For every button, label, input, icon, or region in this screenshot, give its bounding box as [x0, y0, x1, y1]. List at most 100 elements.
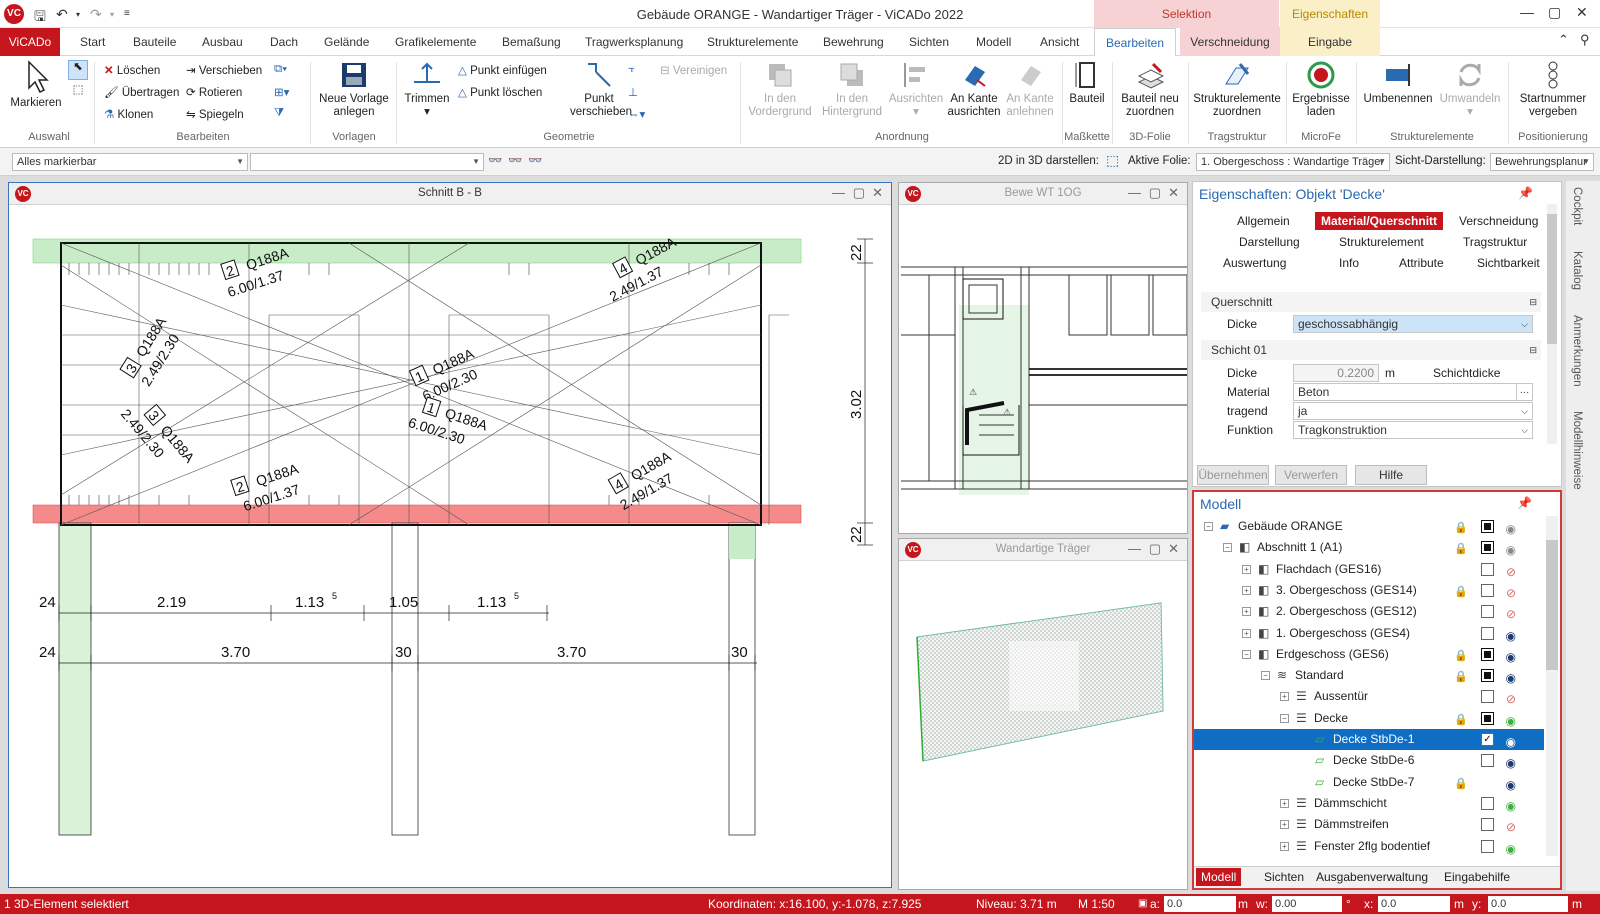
menu-sichten[interactable]: Sichten	[909, 35, 949, 49]
punkt-verschieben-button[interactable]: Punkt verschieben	[570, 60, 632, 119]
sidetab-cockpit[interactable]: Cockpit	[1571, 187, 1583, 225]
y-input[interactable]: 0.0	[1488, 896, 1568, 912]
close-pane-icon[interactable]: ✕	[1168, 541, 1179, 557]
menu-ansicht[interactable]: Ansicht	[1040, 35, 1079, 49]
tab-sichten[interactable]: Sichten	[1264, 870, 1304, 884]
tree-node[interactable]: − ≋ Standard 🔒 ◉	[1194, 665, 1544, 686]
collapse-icon[interactable]: ⊟	[1529, 292, 1537, 312]
scroll-thumb[interactable]	[1546, 540, 1558, 670]
klonen-button[interactable]: ⚗ Klonen	[104, 107, 153, 121]
cube-toggle-icon[interactable]: ⬚	[1106, 152, 1119, 169]
visibility-checkbox[interactable]	[1481, 669, 1494, 683]
lock-icon[interactable]: 🔒	[1454, 667, 1468, 688]
punkt-loeschen-button[interactable]: △ Punkt löschen	[458, 85, 542, 99]
pin-icon[interactable]: 📌	[1518, 186, 1533, 200]
lock-icon[interactable]: 🔒	[1454, 539, 1468, 560]
tab-material-querschnitt[interactable]: Material/Querschnitt	[1315, 212, 1444, 230]
floor-plan-drawing[interactable]: ⚠ ⚠	[899, 205, 1187, 533]
binoculars-plus-icon[interactable]: 👓	[508, 153, 522, 167]
ergebnisse-laden-button[interactable]: Ergebnisse laden	[1290, 60, 1352, 119]
strukturelemente-zuordnen-button[interactable]: Strukturelemente zuordnen	[1192, 60, 1282, 119]
expand-toggle-icon[interactable]: +	[1242, 585, 1251, 595]
tab-allgemein[interactable]: Allgemein	[1237, 214, 1290, 228]
menu-ausbau[interactable]: Ausbau	[202, 35, 243, 49]
eye-icon[interactable]: ◉	[1506, 839, 1516, 857]
uebertragen-button[interactable]: 🖌 Übertragen	[104, 85, 179, 99]
expand-toggle-icon[interactable]: +	[1280, 692, 1289, 702]
tab-sichtbarkeit[interactable]: Sichtbarkeit	[1477, 256, 1540, 270]
neue-vorlage-button[interactable]: Neue Vorlage anlegen	[316, 60, 392, 119]
tree-node[interactable]: + ☰ Aussentür ⊘	[1194, 686, 1544, 707]
view-display-select[interactable]: Bewehrungsplanur ▼	[1490, 153, 1594, 171]
menu-bemassung[interactable]: Bemaßung	[502, 35, 561, 49]
minimize-pane-icon[interactable]: —	[1128, 541, 1141, 556]
align-tool-icon[interactable]: ⫟	[628, 63, 635, 76]
material-input[interactable]: Beton…	[1293, 383, 1533, 401]
tab-attribute[interactable]: Attribute	[1399, 256, 1444, 270]
pin-icon[interactable]: ⚲	[1580, 32, 1590, 48]
visibility-checkbox[interactable]	[1481, 754, 1494, 768]
relative-input-icon[interactable]: ▣	[1138, 894, 1147, 914]
rotieren-button[interactable]: ⟳ Rotieren	[186, 85, 242, 99]
tragend-select[interactable]: ja ⌵	[1293, 402, 1533, 420]
pin-icon[interactable]: 📌	[1517, 496, 1532, 510]
tab-tragstruktur[interactable]: Tragstruktur	[1463, 235, 1527, 249]
tree-node[interactable]: ▱ Decke StbDe-7 🔒 ◉	[1194, 772, 1544, 793]
loeschen-button[interactable]: ✕ Löschen	[104, 63, 160, 77]
menu-tragwerksplanung[interactable]: Tragwerksplanung	[585, 35, 683, 49]
3d-model-drawing[interactable]	[899, 561, 1187, 889]
menu-modell[interactable]: Modell	[976, 35, 1011, 49]
tab-auswertung[interactable]: Auswertung	[1223, 256, 1286, 270]
expand-toggle-icon[interactable]: −	[1242, 649, 1251, 659]
bauteil-button[interactable]: Bauteil	[1066, 60, 1108, 106]
secondary-filter-select[interactable]: ▼	[250, 153, 484, 171]
spiegeln-button[interactable]: ⇋ Spiegeln	[186, 107, 244, 121]
section-schicht[interactable]: Schicht 01 ⊟	[1201, 340, 1541, 360]
properties-scrollbar[interactable]	[1547, 204, 1557, 444]
sidetab-anmerkungen[interactable]: Anmerkungen	[1571, 315, 1583, 387]
umwandeln-button[interactable]: Umwandeln ▾	[1436, 60, 1504, 119]
expand-toggle-icon[interactable]: −	[1280, 713, 1289, 723]
section-view-pane[interactable]: VC Schnitt B - B — ▢ ✕ 2 Q188A 6.00/1.37…	[8, 182, 892, 888]
collapse-icon[interactable]: ⊟	[1529, 340, 1537, 360]
column-right[interactable]	[728, 522, 756, 836]
visibility-checkbox[interactable]: ✓	[1481, 733, 1494, 746]
binoculars-filter-icon[interactable]: 👓	[528, 153, 542, 167]
column-middle[interactable]	[391, 522, 419, 836]
extend-tool-icon[interactable]: ⇔▾	[628, 107, 645, 121]
menu-bewehrung[interactable]: Bewehrung	[823, 35, 884, 49]
dicke-select[interactable]: geschossabhängig ⌵	[1293, 315, 1533, 333]
in-den-hintergrund-button[interactable]: In den Hintergrund	[818, 60, 886, 119]
distribute-tool-icon[interactable]: ⊞▾	[274, 85, 289, 99]
w-input[interactable]: 0.00	[1272, 896, 1342, 912]
menu-grafikelemente[interactable]: Grafikelemente	[395, 35, 476, 49]
mesh-label[interactable]: 3Q188A2.49/2.30	[119, 313, 186, 389]
verschieben-button[interactable]: ⇥ Verschieben	[186, 63, 262, 77]
startnummer-vergeben-button[interactable]: Startnummer vergeben	[1512, 60, 1594, 119]
minimize-pane-icon[interactable]: —	[1128, 185, 1141, 200]
visibility-checkbox[interactable]	[1481, 583, 1494, 597]
sidetab-katalog[interactable]: Katalog	[1571, 251, 1583, 290]
close-pane-icon[interactable]: ✕	[872, 185, 883, 201]
tab-darstellung[interactable]: Darstellung	[1239, 235, 1300, 249]
menu-gelaende[interactable]: Gelände	[324, 35, 369, 49]
binoculars-icon[interactable]: 👓	[488, 153, 502, 167]
visibility-checkbox[interactable]	[1481, 796, 1494, 810]
lock-icon[interactable]: 🔒	[1454, 518, 1468, 539]
expand-toggle-icon[interactable]: −	[1223, 543, 1232, 553]
verwerfen-button[interactable]: Verwerfen	[1275, 465, 1347, 485]
copy-tool-icon[interactable]: ⧉▾	[274, 63, 287, 76]
redo-icon[interactable]: ↷	[90, 6, 102, 23]
selected-slab[interactable]	[32, 504, 802, 524]
tree-node[interactable]: + ◧ 2. Obergeschoss (GES12) ⊘	[1194, 601, 1544, 622]
expand-toggle-icon[interactable]: +	[1280, 820, 1289, 830]
expand-toggle-icon[interactable]: +	[1242, 607, 1251, 617]
markieren-button[interactable]: Markieren	[10, 60, 62, 110]
sidetab-modellhinweise[interactable]: Modellhinweise	[1571, 411, 1583, 490]
tab-ausgabenverwaltung[interactable]: Ausgabenverwaltung	[1316, 870, 1428, 884]
visibility-checkbox[interactable]	[1481, 626, 1494, 640]
maximize-pane-icon[interactable]: ▢	[1149, 541, 1161, 557]
uebernehmen-button[interactable]: Übernehmen	[1197, 465, 1269, 485]
section-drawing[interactable]: 2 Q188A6.00/1.37 4Q188A2.49/1.37 3Q188A2.…	[9, 205, 891, 887]
tree-node[interactable]: − ☰ Decke 🔒 ◉	[1194, 708, 1544, 729]
